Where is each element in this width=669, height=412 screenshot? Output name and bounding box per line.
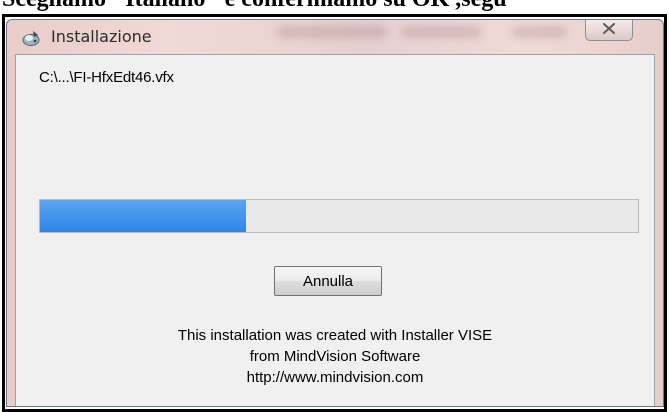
- current-file-label: C:\...\FI-HfxEdt46.vfx: [39, 69, 174, 86]
- document-heading-fragment: Scegliamo "Italiano" e confermiamo su OK…: [2, 0, 507, 13]
- install-progress-bar: [39, 199, 639, 233]
- blurred-background-text: [277, 26, 387, 38]
- close-icon: [603, 21, 615, 39]
- blurred-background-text: [512, 26, 567, 38]
- cancel-button[interactable]: Annulla: [274, 266, 382, 296]
- page: Scegliamo "Italiano" e confermiamo su OK…: [0, 0, 669, 412]
- installer-window: Installazione C:\...\FI-HfxEdt46.vfx Ann…: [6, 19, 664, 407]
- window-title: Installazione: [51, 27, 152, 46]
- progress-fill: [40, 200, 247, 232]
- installer-credits: This installation was created with Insta…: [16, 325, 654, 388]
- window-client-area: C:\...\FI-HfxEdt46.vfx Annulla This inst…: [15, 54, 655, 406]
- credits-url[interactable]: http://www.mindvision.com: [16, 367, 654, 388]
- credits-line-2: from MindVision Software: [249, 348, 421, 365]
- credits-line-1: This installation was created with Insta…: [177, 327, 493, 344]
- close-button[interactable]: [585, 20, 633, 41]
- blurred-background-text: [402, 26, 482, 38]
- installer-icon: [21, 29, 41, 47]
- screenshot-frame: Installazione C:\...\FI-HfxEdt46.vfx Ann…: [2, 14, 667, 412]
- title-bar[interactable]: Installazione: [7, 20, 663, 54]
